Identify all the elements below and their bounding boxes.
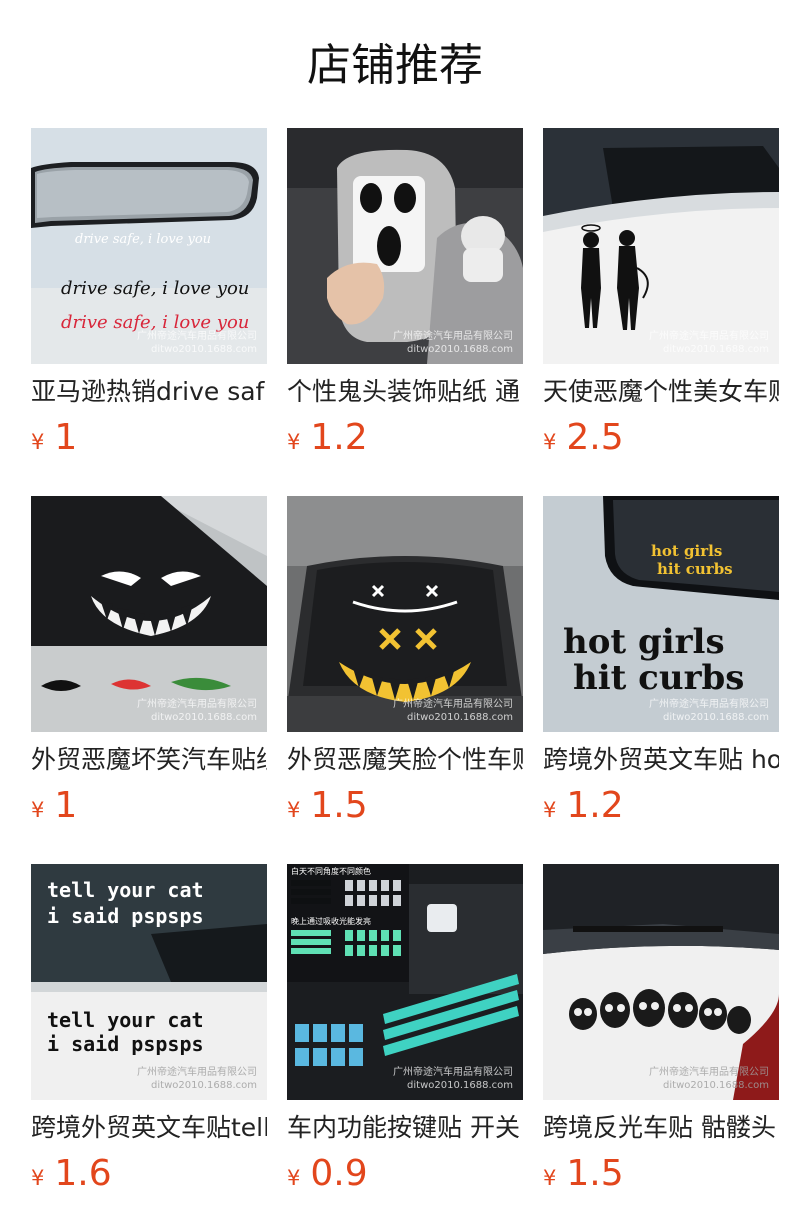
product-price: ¥1.6 (31, 1153, 112, 1194)
sticker-text: tell your cat (47, 1008, 204, 1032)
sticker-text: i said pspsps (47, 904, 204, 928)
product-name[interactable]: 亚马逊热销drive saf (31, 375, 267, 409)
sticker-text: hot girls (563, 622, 725, 662)
product-card[interactable]: drive safe, i love you drive safe, i lov… (31, 128, 267, 468)
product-price: ¥0.9 (287, 1153, 368, 1194)
watermark: 广州帝途汽车用品有限公司 ditwo2010.1688.com (137, 699, 257, 723)
sticker-text: drive safe, i love you (61, 278, 250, 299)
product-card[interactable]: 广州帝途汽车用品有限公司 ditwo2010.1688.com 个性鬼头装饰贴纸 … (287, 128, 523, 468)
product-price: ¥1 (31, 417, 78, 458)
product-image[interactable]: tell your cat i said pspsps tell your ca… (31, 864, 267, 1100)
product-price: ¥1.5 (287, 785, 368, 826)
product-card[interactable]: 广州帝途汽车用品有限公司 ditwo2010.1688.com 天使恶魔个性美女车… (543, 128, 779, 468)
product-price: ¥1 (31, 785, 78, 826)
product-name[interactable]: 车内功能按键贴 开关 (287, 1111, 523, 1145)
watermark: 广州帝途汽车用品有限公司 ditwo2010.1688.com (393, 1067, 513, 1091)
product-price: ¥1.5 (543, 1153, 624, 1194)
product-name[interactable]: 天使恶魔个性美女车贴 (543, 375, 779, 409)
product-image[interactable]: 广州帝途汽车用品有限公司 ditwo2010.1688.com (543, 128, 779, 364)
product-name[interactable]: 跨境外贸英文车贴tell (31, 1111, 267, 1145)
watermark: 广州帝途汽车用品有限公司 ditwo2010.1688.com (393, 331, 513, 355)
sticker-text: tell your cat (47, 878, 204, 902)
product-card[interactable]: tell your cat i said pspsps tell your ca… (31, 864, 267, 1204)
product-image[interactable]: drive safe, i love you drive safe, i lov… (31, 128, 267, 364)
sticker-text: hit curbs (573, 658, 745, 698)
sticker-text: 白天不同角度不同颜色 (291, 867, 371, 876)
watermark: 广州帝途汽车用品有限公司 ditwo2010.1688.com (649, 699, 769, 723)
product-image[interactable]: 白天不同角度不同颜色 晚上通过吸收光能发亮 广州帝途汽车用品有限公司 ditwo2… (287, 864, 523, 1100)
product-name[interactable]: 外贸恶魔坏笑汽车贴纸 (31, 743, 267, 777)
product-name[interactable]: 外贸恶魔笑脸个性车贴 (287, 743, 523, 777)
product-image[interactable]: 广州帝途汽车用品有限公司 ditwo2010.1688.com (287, 496, 523, 732)
product-image[interactable]: 广州帝途汽车用品有限公司 ditwo2010.1688.com (287, 128, 523, 364)
product-card[interactable]: 广州帝途汽车用品有限公司 ditwo2010.1688.com 外贸恶魔笑脸个性车… (287, 496, 523, 836)
watermark: 广州帝途汽车用品有限公司 ditwo2010.1688.com (137, 331, 257, 355)
product-card[interactable]: hot girls hit curbs hot girls hit curbs … (543, 496, 779, 836)
watermark: 广州帝途汽车用品有限公司 ditwo2010.1688.com (649, 331, 769, 355)
sticker-text: hit curbs (657, 560, 733, 578)
watermark: 广州帝途汽车用品有限公司 ditwo2010.1688.com (137, 1067, 257, 1091)
sticker-text: drive safe, i love you (75, 232, 212, 247)
product-card[interactable]: 广州帝途汽车用品有限公司 ditwo2010.1688.com 跨境反光车贴 骷髅… (543, 864, 779, 1204)
product-image[interactable]: 广州帝途汽车用品有限公司 ditwo2010.1688.com (543, 864, 779, 1100)
sticker-text: 晚上通过吸收光能发亮 (291, 917, 371, 926)
product-image[interactable]: 广州帝途汽车用品有限公司 ditwo2010.1688.com (31, 496, 267, 732)
product-name[interactable]: 跨境外贸英文车贴 hot (543, 743, 779, 777)
watermark: 广州帝途汽车用品有限公司 ditwo2010.1688.com (393, 699, 513, 723)
product-card[interactable]: 广州帝途汽车用品有限公司 ditwo2010.1688.com 外贸恶魔坏笑汽车贴… (31, 496, 267, 836)
product-image[interactable]: hot girls hit curbs hot girls hit curbs … (543, 496, 779, 732)
product-price: ¥1.2 (543, 785, 624, 826)
product-name[interactable]: 个性鬼头装饰贴纸 通 (287, 375, 523, 409)
product-price: ¥1.2 (287, 417, 368, 458)
product-price: ¥2.5 (543, 417, 624, 458)
sticker-text: i said pspsps (47, 1032, 204, 1056)
product-name[interactable]: 跨境反光车贴 骷髅头 (543, 1111, 779, 1145)
sticker-text: hot girls (651, 542, 723, 560)
product-card[interactable]: 白天不同角度不同颜色 晚上通过吸收光能发亮 广州帝途汽车用品有限公司 ditwo2… (287, 864, 523, 1204)
page-title: 店铺推荐 (307, 40, 483, 91)
watermark: 广州帝途汽车用品有限公司 ditwo2010.1688.com (649, 1067, 769, 1091)
